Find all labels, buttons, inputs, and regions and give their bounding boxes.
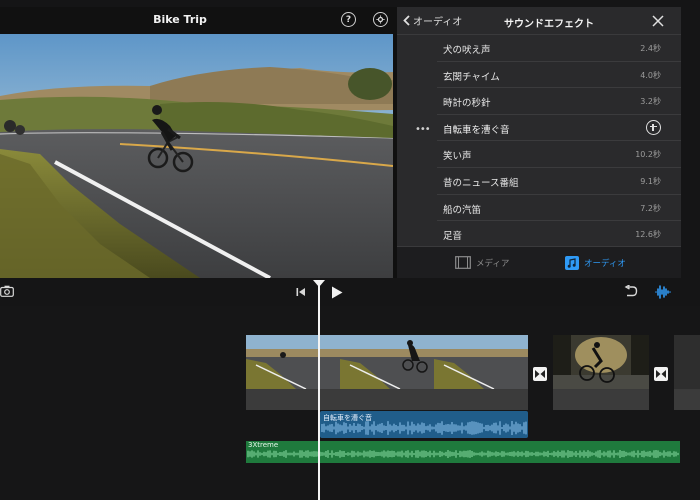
sound-duration: 2.4秒 bbox=[640, 44, 661, 53]
video-preview[interactable] bbox=[0, 34, 393, 278]
tab-media-label: メディア bbox=[476, 258, 510, 269]
settings-gear-icon bbox=[376, 15, 385, 24]
list-item[interactable]: 船の汽笛 7.2秒 bbox=[397, 195, 681, 222]
skip-to-start-icon[interactable] bbox=[296, 287, 306, 297]
sfx-waveform bbox=[321, 421, 527, 435]
sound-name: 足音 bbox=[443, 231, 463, 243]
clip-thumbnail bbox=[674, 335, 700, 389]
project-title: Bike Trip bbox=[153, 13, 207, 26]
undo-icon[interactable] bbox=[624, 285, 638, 298]
tab-audio-label: オーディオ bbox=[584, 259, 626, 269]
list-item[interactable]: 足音 12.6秒 bbox=[397, 221, 681, 248]
browser-tabs: メディア オーディオ bbox=[397, 246, 681, 278]
tab-audio[interactable]: オーディオ bbox=[565, 256, 626, 270]
list-item[interactable]: 玄関チャイム 4.0秒 bbox=[397, 62, 681, 89]
drag-handle-icon[interactable]: ••• bbox=[415, 124, 431, 135]
sound-duration: 3.2秒 bbox=[640, 97, 661, 107]
clip-thumbnail bbox=[553, 335, 649, 389]
sound-duration: 10.2秒 bbox=[635, 150, 661, 160]
list-item[interactable]: 犬の吠え声 2.4秒 bbox=[397, 35, 681, 62]
cyclist-road-image bbox=[0, 34, 393, 278]
transition-icon bbox=[656, 370, 666, 378]
list-item[interactable]: 時計の秒針 3.2秒 bbox=[397, 88, 681, 115]
clip-thumbnail bbox=[434, 335, 528, 389]
transition-icon bbox=[535, 370, 545, 378]
project-timeline[interactable]: 自転車を漕ぐ音 3Xtreme bbox=[0, 306, 700, 500]
back-to-audio-button[interactable]: オーディオ bbox=[403, 13, 462, 28]
close-icon[interactable] bbox=[651, 14, 665, 28]
sound-effects-list: 犬の吠え声 2.4秒 玄関チャイム 4.0秒 時計の秒針 3.2秒 ••• 自転… bbox=[397, 35, 681, 248]
back-label: オーディオ bbox=[413, 17, 463, 28]
sound-name: 自転車を漕ぐ音 bbox=[443, 124, 510, 136]
transition-button[interactable] bbox=[533, 367, 547, 381]
viewer-toolbar: Bike Trip ? bbox=[0, 7, 397, 34]
tab-media[interactable]: メディア bbox=[455, 256, 509, 269]
playback-controls bbox=[0, 280, 700, 306]
playhead[interactable] bbox=[318, 281, 320, 500]
clip-thumbnail bbox=[246, 335, 340, 389]
sound-effects-panel: オーディオ サウンドエフェクト 犬の吠え声 2.4秒 玄関チャイム 4.0秒 時… bbox=[397, 7, 681, 278]
question-mark-icon: ? bbox=[345, 14, 352, 25]
video-clip[interactable] bbox=[674, 335, 700, 410]
list-item-selected[interactable]: ••• 自転車を漕ぐ音 bbox=[397, 115, 681, 142]
film-strip-icon bbox=[455, 256, 471, 269]
clip-audio-bar bbox=[246, 390, 528, 410]
help-button[interactable]: ? bbox=[341, 12, 356, 27]
sound-name: 笑い声 bbox=[443, 151, 472, 163]
sound-effect-clip[interactable]: 自転車を漕ぐ音 bbox=[320, 411, 528, 438]
sound-name: 玄関チャイム bbox=[443, 71, 500, 83]
add-to-project-button[interactable] bbox=[646, 119, 661, 135]
clip-audio-bar bbox=[674, 390, 700, 410]
sound-name: 時計の秒針 bbox=[443, 98, 491, 110]
video-clip[interactable] bbox=[553, 335, 649, 410]
sound-duration: 9.1秒 bbox=[640, 176, 661, 186]
audio-waveform-icon[interactable] bbox=[655, 284, 671, 300]
clip-audio-bar bbox=[553, 390, 649, 410]
sound-name: 船の汽笛 bbox=[443, 204, 482, 216]
sound-duration: 4.0秒 bbox=[640, 70, 661, 80]
list-item[interactable]: 笑い声 10.2秒 bbox=[397, 141, 681, 168]
sound-duration: 7.2秒 bbox=[640, 203, 661, 213]
settings-button[interactable] bbox=[373, 12, 388, 27]
sound-name: 昔のニュース番組 bbox=[443, 177, 519, 189]
background-music-clip[interactable]: 3Xtreme bbox=[246, 441, 680, 463]
music-waveform bbox=[247, 450, 679, 458]
camera-icon[interactable] bbox=[0, 285, 14, 297]
play-icon[interactable] bbox=[331, 286, 343, 299]
sound-name: 犬の吠え声 bbox=[443, 45, 491, 56]
panel-header: オーディオ サウンドエフェクト bbox=[397, 7, 681, 35]
transition-button[interactable] bbox=[654, 367, 668, 381]
video-clip[interactable] bbox=[246, 335, 528, 410]
sound-duration: 12.6秒 bbox=[635, 230, 661, 240]
panel-title: サウンドエフェクト bbox=[504, 19, 594, 30]
clip-thumbnail bbox=[340, 335, 434, 389]
music-note-icon bbox=[565, 256, 579, 270]
chevron-left-icon bbox=[403, 15, 410, 26]
list-item[interactable]: 昔のニュース番組 9.1秒 bbox=[397, 168, 681, 195]
